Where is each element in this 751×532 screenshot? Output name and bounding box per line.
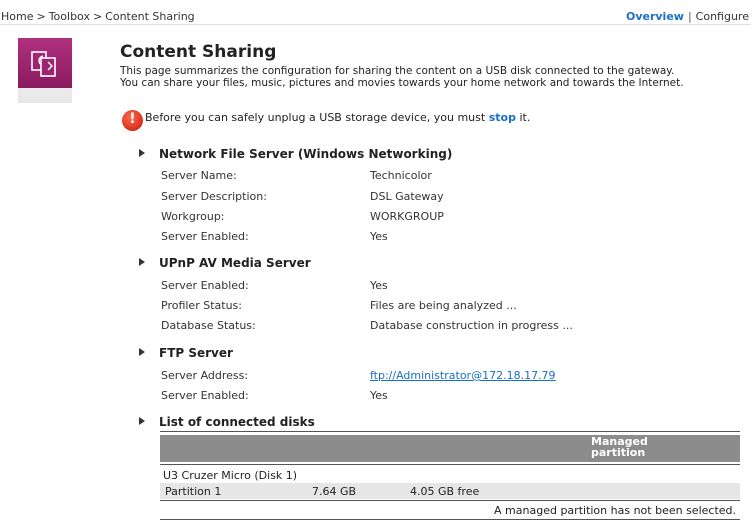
field-label: Server Enabled: [161, 389, 249, 402]
field-label: Server Address: [161, 369, 249, 382]
section-title: List of connected disks [159, 415, 315, 429]
table-divider [160, 500, 740, 501]
description-line: You can share your files, music, picture… [120, 77, 684, 89]
partition-name: Partition 1 [165, 485, 222, 498]
section-connected-disks[interactable]: List of connected disks [139, 415, 315, 429]
expand-arrow-icon [139, 417, 145, 425]
content-sharing-icon [18, 38, 72, 88]
field-value: WORKGROUP [370, 210, 444, 223]
field-value: Database construction in progress ... [370, 319, 573, 332]
view-links: Overview | Configure [626, 10, 749, 23]
section-ftp-server[interactable]: FTP Server [139, 346, 233, 360]
expand-arrow-icon [139, 149, 145, 157]
field-label: Server Enabled: [161, 279, 249, 292]
section-title: Network File Server (Windows Networking) [159, 147, 453, 161]
breadcrumb-toolbox[interactable]: Toolbox [49, 10, 90, 23]
section-network-file-server[interactable]: Network File Server (Windows Networking) [139, 147, 452, 161]
field-label: Profiler Status: [161, 299, 242, 312]
exclamation-icon: ! [122, 110, 143, 131]
section-title: UPnP AV Media Server [159, 256, 311, 270]
section-upnp-av-media-server[interactable]: UPnP AV Media Server [139, 256, 311, 270]
field-value: DSL Gateway [370, 190, 444, 203]
overview-link[interactable]: Overview [626, 10, 684, 23]
stop-link[interactable]: stop [489, 111, 516, 124]
configure-link[interactable]: Configure [696, 10, 749, 23]
breadcrumb-home[interactable]: Home [1, 10, 33, 23]
partition-row[interactable]: Partition 1 7.64 GB 4.05 GB free [160, 483, 740, 499]
table-divider [160, 464, 740, 465]
field-label: Database Status: [161, 319, 256, 332]
breadcrumb-current: Content Sharing [105, 10, 195, 23]
breadcrumb-separator: > [92, 10, 103, 23]
section-title: FTP Server [159, 346, 233, 360]
link-separator: | [687, 10, 692, 23]
field-label: Server Enabled: [161, 230, 249, 243]
ftp-address-link[interactable]: ftp://Administrator@172.18.17.79 [370, 369, 556, 382]
description-line: This page summarizes the configuration f… [120, 65, 675, 77]
disk-table-header: Managed partition [160, 435, 740, 462]
alert-text: Before you can safely unplug a USB stora… [145, 111, 489, 124]
field-value: Yes [370, 389, 388, 402]
header-divider [0, 24, 751, 25]
managed-partition-note: A managed partition has not been selecte… [494, 504, 736, 517]
table-bottom-border [160, 519, 740, 520]
field-value: Yes [370, 230, 388, 243]
field-value: Technicolor [370, 169, 432, 182]
partition-free: 4.05 GB free [410, 485, 480, 498]
top-bar: Home > Toolbox > Content Sharing Overview | Co… [0, 0, 751, 24]
field-label: Workgroup: [161, 210, 225, 223]
expand-arrow-icon [139, 258, 145, 266]
managed-partition-header: Managed partition [591, 435, 648, 459]
field-value: ftp://Administrator@172.18.17.79 [370, 369, 556, 382]
expand-arrow-icon [139, 348, 145, 356]
breadcrumb-separator: > [36, 10, 46, 23]
field-value: Files are being analyzed ... [370, 299, 517, 312]
table-top-border [160, 431, 740, 432]
field-label: Server Description: [161, 190, 267, 203]
disk-name: U3 Cruzer Micro (Disk 1) [163, 469, 298, 482]
field-label: Server Name: [161, 169, 237, 182]
breadcrumb: Home > Toolbox > Content Sharing [1, 10, 195, 23]
field-value: Yes [370, 279, 388, 292]
page-title: Content Sharing [120, 42, 277, 62]
alert-text: it. [515, 111, 531, 124]
alert-message: Before you can safely unplug a USB stora… [145, 111, 530, 124]
page-description: This page summarizes the configuration f… [120, 65, 750, 89]
partition-size: 7.64 GB [312, 485, 357, 498]
